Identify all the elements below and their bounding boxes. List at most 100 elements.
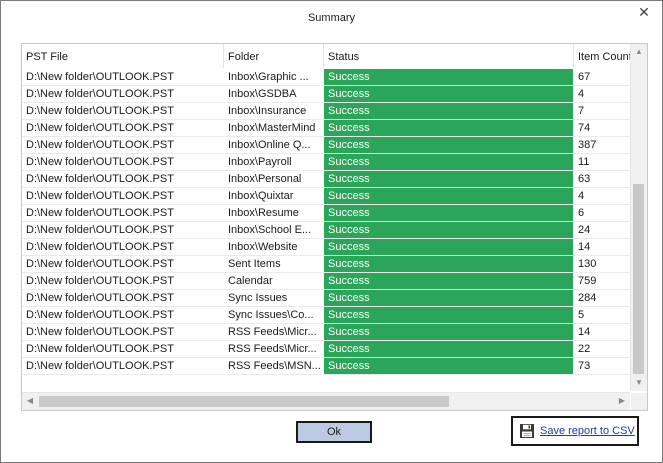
scroll-left-icon[interactable]: ◀ [22, 393, 38, 409]
folder-cell: RSS Feeds\MSN... [228, 360, 321, 372]
item-count-cell: 130 [578, 258, 597, 270]
pst-file-cell: D:\New folder\OUTLOOK.PST [26, 258, 174, 270]
pst-file-cell: D:\New folder\OUTLOOK.PST [26, 326, 174, 338]
pst-file-cell: D:\New folder\OUTLOOK.PST [26, 207, 174, 219]
table-row[interactable]: D:\New folder\OUTLOOK.PST Inbox\School E.… [22, 222, 630, 239]
horizontal-scroll-thumb[interactable] [39, 396, 449, 407]
item-count-cell: 5 [578, 309, 585, 321]
save-report-button[interactable]: Save report to CSV [511, 416, 639, 446]
folder-cell: Calendar [228, 275, 273, 287]
save-report-link[interactable]: Save report to CSV [540, 425, 635, 437]
status-cell: Success [324, 239, 573, 255]
item-count-cell: 7 [578, 105, 585, 117]
table-row[interactable]: D:\New folder\OUTLOOK.PST Inbox\Personal S… [22, 171, 630, 188]
pst-file-cell: D:\New folder\OUTLOOK.PST [26, 241, 174, 253]
pst-file-cell: D:\New folder\OUTLOOK.PST [26, 190, 174, 202]
status-cell: Success [324, 222, 573, 238]
status-cell: Success [324, 188, 573, 204]
column-header-pst-file[interactable]: PST File [22, 44, 224, 68]
status-cell: Success [324, 205, 573, 221]
scroll-down-icon[interactable]: ▼ [631, 375, 647, 391]
floppy-disk-icon [520, 424, 534, 438]
table-row[interactable]: D:\New folder\OUTLOOK.PST Inbox\MasterMin… [22, 120, 630, 137]
item-count-cell: 387 [578, 139, 597, 151]
scrollbar-corner [631, 393, 647, 410]
item-count-cell: 22 [578, 343, 591, 355]
table-row[interactable]: D:\New folder\OUTLOOK.PST Sync Issues Succ… [22, 290, 630, 307]
pst-file-cell: D:\New folder\OUTLOOK.PST [26, 292, 174, 304]
table-row[interactable]: D:\New folder\OUTLOOK.PST Inbox\Online Q.… [22, 137, 630, 154]
folder-cell: RSS Feeds\Micr... [228, 326, 317, 338]
scroll-up-icon[interactable]: ▲ [631, 44, 647, 60]
table-row[interactable]: D:\New folder\OUTLOOK.PST RSS Feeds\Micr.… [22, 324, 630, 341]
table-row[interactable]: D:\New folder\OUTLOOK.PST Inbox\Graphic .… [22, 69, 630, 86]
item-count-cell: 73 [578, 360, 591, 372]
status-cell: Success [324, 341, 573, 357]
folder-cell: RSS Feeds\Micr... [228, 343, 317, 355]
item-count-cell: 14 [578, 241, 591, 253]
horizontal-scrollbar[interactable]: ◀ ▶ [22, 392, 630, 410]
pst-file-cell: D:\New folder\OUTLOOK.PST [26, 71, 174, 83]
table-row[interactable]: D:\New folder\OUTLOOK.PST RSS Feeds\MSN..… [22, 358, 630, 375]
item-count-cell: 11 [578, 156, 590, 168]
status-cell: Success [324, 86, 573, 102]
folder-cell: Inbox\GSDBA [228, 88, 297, 100]
close-icon[interactable]: ✕ [636, 4, 652, 20]
pst-file-cell: D:\New folder\OUTLOOK.PST [26, 173, 174, 185]
table-row[interactable]: D:\New folder\OUTLOOK.PST Inbox\Quixtar Su… [22, 188, 630, 205]
pst-file-cell: D:\New folder\OUTLOOK.PST [26, 88, 174, 100]
folder-cell: Inbox\MasterMind [228, 122, 316, 134]
status-cell: Success [324, 171, 573, 187]
item-count-cell: 4 [578, 190, 585, 202]
folder-cell: Inbox\Resume [228, 207, 299, 219]
status-cell: Success [324, 256, 573, 272]
pst-file-cell: D:\New folder\OUTLOOK.PST [26, 139, 174, 151]
table-row[interactable]: D:\New folder\OUTLOOK.PST Inbox\Insurance… [22, 103, 630, 120]
column-header-folder[interactable]: Folder [224, 44, 324, 68]
pst-file-cell: D:\New folder\OUTLOOK.PST [26, 156, 174, 168]
status-cell: Success [324, 103, 573, 119]
table-row[interactable]: D:\New folder\OUTLOOK.PST Inbox\Payroll Su… [22, 154, 630, 171]
item-count-cell: 759 [578, 275, 597, 287]
folder-cell: Inbox\Payroll [228, 156, 292, 168]
item-count-cell: 4 [578, 88, 585, 100]
pst-file-cell: D:\New folder\OUTLOOK.PST [26, 224, 174, 236]
status-cell: Success [324, 69, 573, 85]
pst-file-cell: D:\New folder\OUTLOOK.PST [26, 105, 174, 117]
item-count-cell: 14 [578, 326, 591, 338]
item-count-cell: 74 [578, 122, 591, 134]
table-row[interactable]: D:\New folder\OUTLOOK.PST Inbox\GSDBA Succ… [22, 86, 630, 103]
dialog-title: Summary [307, 12, 356, 24]
column-header-item-count[interactable]: Item Count [574, 44, 632, 68]
scroll-right-icon[interactable]: ▶ [614, 393, 630, 409]
folder-cell: Inbox\Insurance [228, 105, 307, 117]
pst-file-cell: D:\New folder\OUTLOOK.PST [26, 360, 174, 372]
pst-file-cell: D:\New folder\OUTLOOK.PST [26, 122, 174, 134]
folder-cell: Sync Issues [228, 292, 288, 304]
folder-cell: Inbox\School E... [228, 224, 312, 236]
summary-dialog: Summary ✕ PST File Folder Status Item Co… [0, 0, 663, 463]
vertical-scroll-thumb[interactable] [633, 184, 644, 374]
status-cell: Success [324, 307, 573, 323]
item-count-cell: 284 [578, 292, 597, 304]
status-cell: Success [324, 358, 573, 374]
table-row[interactable]: D:\New folder\OUTLOOK.PST Inbox\Resume Suc… [22, 205, 630, 222]
summary-grid: PST File Folder Status Item Count D:\New… [21, 43, 648, 411]
table-row[interactable]: D:\New folder\OUTLOOK.PST Inbox\Website Su… [22, 239, 630, 256]
ok-button[interactable]: Ok [296, 421, 372, 443]
table-row[interactable]: D:\New folder\OUTLOOK.PST Calendar Success… [22, 273, 630, 290]
grid-header: PST File Folder Status Item Count [22, 44, 632, 69]
folder-cell: Inbox\Quixtar [228, 190, 294, 202]
pst-file-cell: D:\New folder\OUTLOOK.PST [26, 343, 174, 355]
vertical-scrollbar[interactable]: ▲ ▼ [630, 44, 647, 391]
item-count-cell: 63 [578, 173, 591, 185]
folder-cell: Inbox\Graphic ... [228, 71, 309, 83]
column-header-status[interactable]: Status [324, 44, 574, 68]
table-row[interactable]: D:\New folder\OUTLOOK.PST Sent Items Succe… [22, 256, 630, 273]
folder-cell: Inbox\Online Q... [228, 139, 311, 151]
table-row[interactable]: D:\New folder\OUTLOOK.PST RSS Feeds\Micr.… [22, 341, 630, 358]
grid-rows: D:\New folder\OUTLOOK.PST Inbox\Graphic .… [22, 69, 630, 375]
folder-cell: Inbox\Personal [228, 173, 302, 185]
table-row[interactable]: D:\New folder\OUTLOOK.PST Sync Issues\Co.… [22, 307, 630, 324]
folder-cell: Sync Issues\Co... [228, 309, 314, 321]
